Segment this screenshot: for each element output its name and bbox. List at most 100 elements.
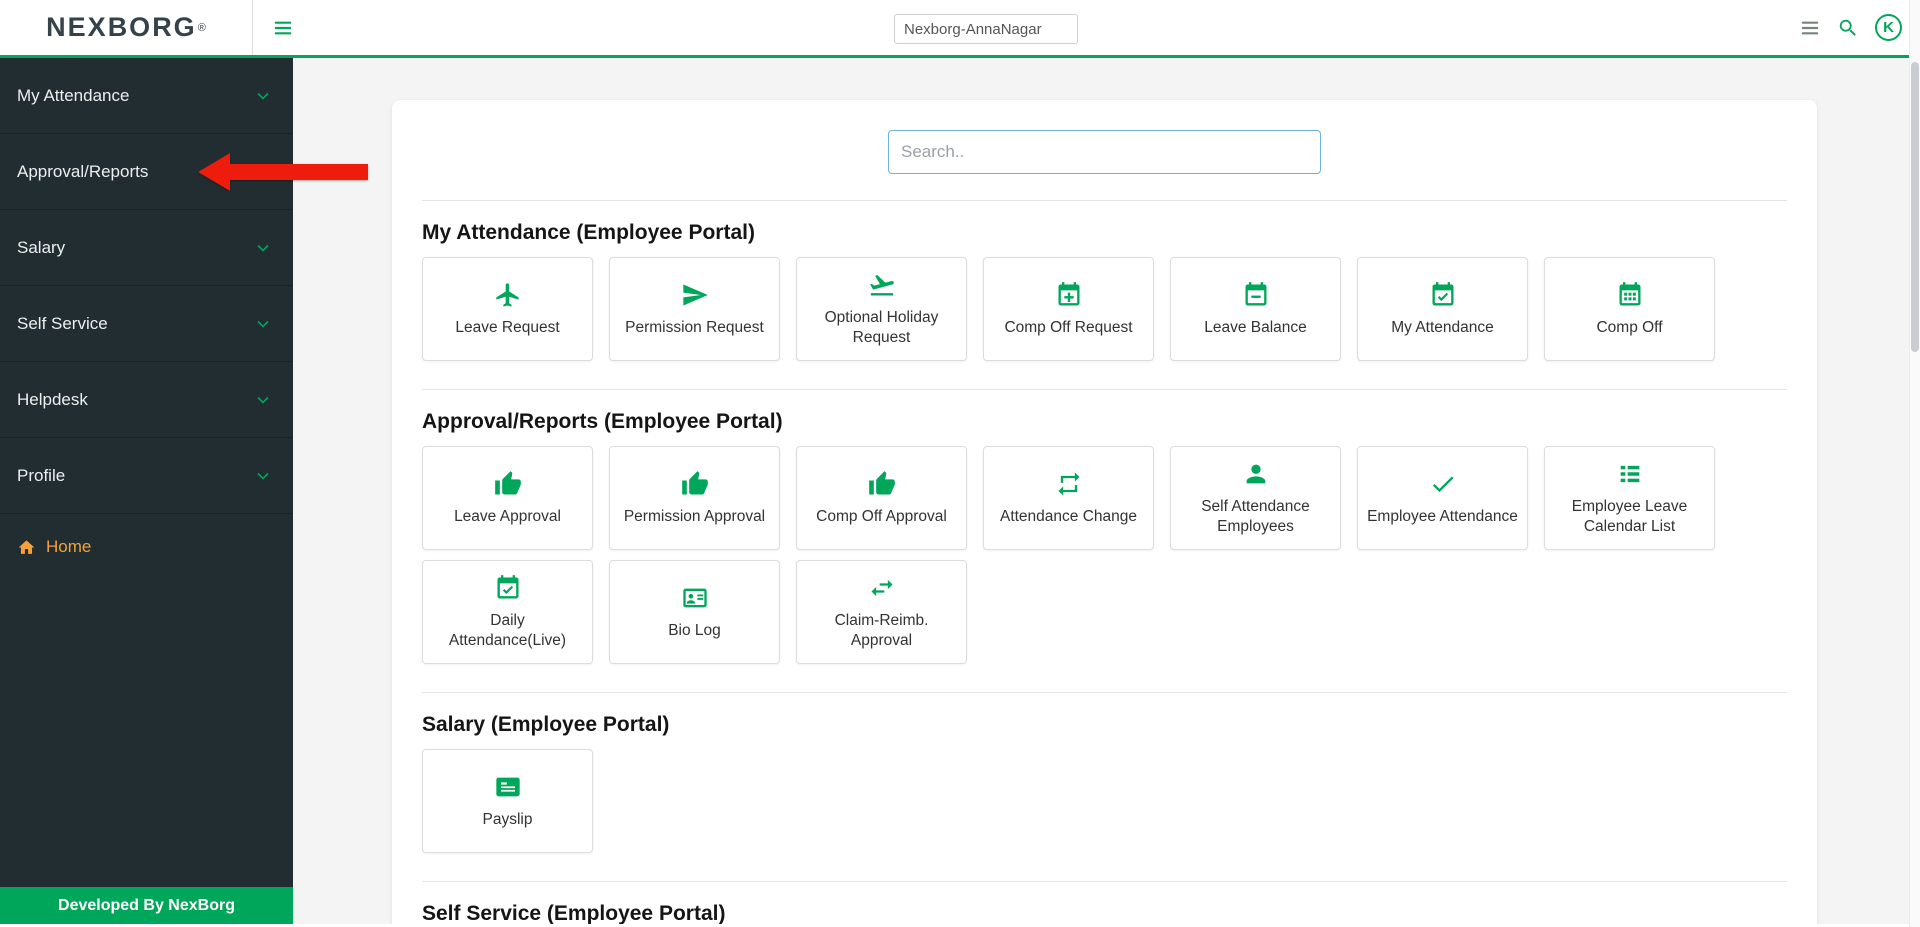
sidebar-item-profile[interactable]: Profile — [0, 438, 293, 514]
chevron-down-icon — [257, 396, 269, 404]
chevron-down-icon — [257, 244, 269, 252]
sidebar-item-helpdesk[interactable]: Helpdesk — [0, 362, 293, 438]
section-title: Self Service (Employee Portal) — [422, 902, 726, 924]
calendar-icon — [1619, 281, 1640, 306]
sidebar-menu: My Attendance Approval/Reports Salary Self … — [0, 58, 293, 580]
repeat-icon — [1058, 472, 1079, 496]
menu-card-comp-off[interactable]: Comp Off — [1544, 257, 1715, 361]
card-grid: Leave Approval Permission Approval Comp Of… — [422, 446, 1787, 664]
calendar-check-icon — [1432, 281, 1453, 306]
id-card-icon — [682, 588, 707, 608]
menu-card-employee-attendance[interactable]: Employee Attendance — [1357, 446, 1528, 550]
search-wrap — [422, 130, 1787, 174]
menu-card-label: Payslip — [482, 810, 533, 828]
menu-card-label: Optional Holiday Request — [824, 309, 939, 346]
check-icon — [1432, 476, 1453, 492]
header: NEXBORG® K — [0, 0, 1920, 58]
sidebar-item-label: Self Service — [17, 313, 108, 333]
swap-icon — [871, 579, 892, 597]
sidebar-toggle-icon[interactable] — [271, 17, 295, 39]
menu-card-label: Leave Approval — [454, 507, 561, 525]
menu-card-label: Bio Log — [668, 621, 721, 639]
search-icon[interactable] — [1837, 17, 1859, 39]
menu-card-label: Comp Off Approval — [816, 507, 947, 525]
newspaper-icon — [495, 777, 520, 797]
app: NEXBORG® K My AttendanceApproval/Reports… — [0, 0, 1920, 927]
menu-card-permission-request[interactable]: Permission Request — [609, 257, 780, 361]
menu-card-label: Comp Off — [1596, 318, 1663, 336]
menu-card-label: Leave Request — [455, 318, 560, 336]
menu-card-daily-attendance-live[interactable]: Daily Attendance(Live) — [422, 560, 593, 664]
menu-lines-icon[interactable] — [1799, 17, 1821, 39]
logo-text: NEXBORG — [46, 12, 197, 42]
sidebar-item-home[interactable]: Home — [0, 514, 293, 580]
sidebar-item-label: Profile — [17, 465, 66, 485]
calendar-plus-icon — [1058, 281, 1079, 306]
section-title: Salary (Employee Portal) — [422, 713, 670, 736]
menu-card-optional-holiday-request[interactable]: Optional Holiday Request — [796, 257, 967, 361]
menu-card-permission-approval[interactable]: Permission Approval — [609, 446, 780, 550]
menu-card-label: Employee Attendance — [1367, 507, 1518, 525]
annotation-arrow-icon — [198, 153, 368, 191]
menu-card-leave-balance[interactable]: Leave Balance — [1170, 257, 1341, 361]
sidebar-item-label: Helpdesk — [17, 389, 88, 409]
menu-card-attendance-change[interactable]: Attendance Change — [983, 446, 1154, 550]
user-icon — [1246, 464, 1265, 484]
menu-card-claim-reimb-approval[interactable]: Claim-Reimb. Approval — [796, 560, 967, 664]
sidebar-item-label: Salary — [17, 237, 66, 257]
section-divider — [422, 389, 1787, 390]
rocket-icon — [869, 275, 894, 296]
menu-card-my-attendance[interactable]: My Attendance — [1357, 257, 1528, 361]
home-icon — [18, 539, 35, 554]
section-title: Approval/Reports (Employee Portal) — [422, 410, 783, 433]
menu-card-self-attendance-employees[interactable]: Self Attendance Employees — [1170, 446, 1341, 550]
menu-card-label: Self Attendance Employees — [1201, 498, 1310, 535]
branch-selector-input[interactable] — [894, 14, 1078, 44]
scrollbar-thumb[interactable] — [1911, 62, 1919, 352]
menu-card-label: Permission Request — [625, 318, 764, 336]
sections: My Attendance (Employee Portal) Leave Req… — [422, 200, 1787, 924]
section-divider — [422, 881, 1787, 882]
menu-card-comp-off-request[interactable]: Comp Off Request — [983, 257, 1154, 361]
page-scrollbar[interactable] — [1909, 0, 1920, 927]
menu-card-employee-leave-calendar-list[interactable]: Employee Leave Calendar List — [1544, 446, 1715, 550]
sidebar-footer: Developed By NexBorg — [0, 887, 293, 924]
list-icon — [1620, 465, 1639, 483]
card-grid: Payslip — [422, 749, 1787, 853]
menu-card-label: Employee Leave Calendar List — [1571, 498, 1688, 535]
menu-card-label: My Attendance — [1391, 318, 1494, 336]
chevron-down-icon — [257, 320, 269, 328]
thumbs-up-icon — [868, 470, 895, 495]
sidebar-item-my-attendance[interactable]: My Attendance — [0, 58, 293, 134]
thumbs-up-icon — [681, 470, 708, 495]
menu-card-label: Daily Attendance(Live) — [448, 612, 567, 649]
sidebar-item-label: Home — [46, 537, 92, 556]
main-content: My Attendance (Employee Portal) Leave Req… — [293, 58, 1920, 924]
menu-card-label: Leave Balance — [1204, 318, 1307, 336]
menu-card-label: Comp Off Request — [1004, 318, 1133, 336]
chevron-down-icon — [257, 472, 269, 480]
header-actions: K — [1799, 0, 1902, 55]
menu-card-bio-log[interactable]: Bio Log — [609, 560, 780, 664]
plane-icon — [495, 283, 518, 307]
logo-registered-mark: ® — [197, 21, 206, 34]
logo[interactable]: NEXBORG ® — [0, 0, 253, 55]
menu-card-payslip[interactable]: Payslip — [422, 749, 593, 853]
menu-card-label: Attendance Change — [999, 507, 1138, 525]
menu-card-comp-off-approval[interactable]: Comp Off Approval — [796, 446, 967, 550]
paper-plane-icon — [682, 284, 708, 306]
sidebar-item-salary[interactable]: Salary — [0, 210, 293, 286]
menu-card-leave-approval[interactable]: Leave Approval — [422, 446, 593, 550]
chevron-down-icon — [257, 92, 269, 100]
section-title: My Attendance (Employee Portal) — [422, 221, 755, 244]
card-grid: Leave Request Permission Request Optional … — [422, 257, 1787, 361]
menu-card-leave-request[interactable]: Leave Request — [422, 257, 593, 361]
menu-card-label: Claim-Reimb. Approval — [834, 612, 929, 649]
sidebar-item-self-service[interactable]: Self Service — [0, 286, 293, 362]
thumbs-up-icon — [494, 470, 521, 495]
section-divider — [422, 692, 1787, 693]
calendar-check-icon — [497, 575, 518, 599]
search-input[interactable] — [888, 130, 1321, 174]
avatar[interactable]: K — [1875, 14, 1902, 41]
calendar-minus-icon — [1245, 281, 1266, 306]
